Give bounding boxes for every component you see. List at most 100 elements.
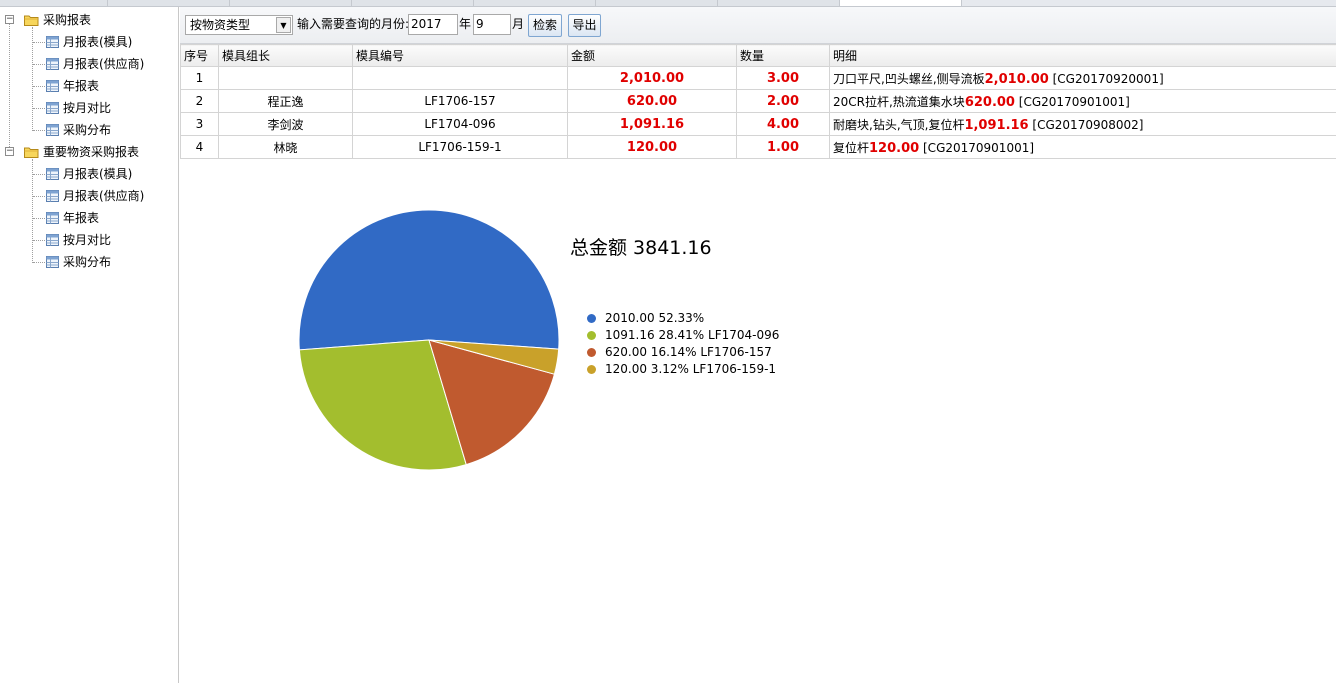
col-header-leader[interactable]: 模具组长 <box>218 44 353 67</box>
cell-leader: 程正逸 <box>218 89 353 113</box>
col-header-no[interactable]: 序号 <box>180 44 219 67</box>
tree-item-monthly-mold[interactable]: 月报表(模具) <box>61 163 132 185</box>
table-doc-icon <box>46 58 59 70</box>
detail-amount: 620.00 <box>964 94 1015 110</box>
table-row[interactable]: 4 林晓 LF1706-159-1 120.00 1.00 复位杆120.00 … <box>180 135 1336 159</box>
table-doc-icon <box>46 124 59 136</box>
tree-connector <box>33 196 45 197</box>
pie-chart <box>298 209 560 471</box>
tab-2[interactable] <box>108 0 230 6</box>
detail-text: 耐磨块,钻头,气顶,复位杆 <box>833 117 965 132</box>
table-doc-icon <box>46 190 59 202</box>
legend-item-4[interactable]: 120.00 3.12% LF1706-159-1 <box>585 361 779 378</box>
table-row[interactable]: 2 程正逸 LF1706-157 620.00 2.00 20CR拉杆,热流道集… <box>180 89 1336 113</box>
tree-connector <box>33 174 45 175</box>
cell-qty: 1.00 <box>736 135 830 159</box>
table-doc-icon <box>46 102 59 114</box>
tree-item-monthly-supplier[interactable]: 月报表(供应商) <box>61 53 144 75</box>
month-unit-label: 月 <box>512 17 525 31</box>
legend-item-1[interactable]: 2010.00 52.33% <box>585 310 779 327</box>
tab-strip <box>0 0 1336 7</box>
table-doc-icon <box>46 212 59 224</box>
tree-item-annual[interactable]: 年报表 <box>61 207 99 229</box>
legend-item-2[interactable]: 1091.16 28.41% LF1704-096 <box>585 327 779 344</box>
tab-8-active[interactable] <box>840 0 962 6</box>
tree-connector <box>33 218 45 219</box>
cell-amount: 120.00 <box>567 135 737 159</box>
tab-7[interactable] <box>718 0 840 6</box>
tree-connector <box>33 262 45 263</box>
folder-icon <box>24 147 39 158</box>
legend-label: 120.00 3.12% LF1706-159-1 <box>605 362 777 376</box>
material-type-select[interactable]: 按物资类型 ▼ <box>185 15 293 35</box>
collapse-toggle-icon[interactable]: − <box>5 15 14 24</box>
tree-item-distribution[interactable]: 采购分布 <box>61 119 111 141</box>
legend-dot-icon <box>587 348 596 357</box>
pie-slice-1[interactable] <box>298 209 560 351</box>
cell-leader: 李剑波 <box>218 112 353 136</box>
search-button[interactable]: 检索 <box>528 14 562 37</box>
legend-dot-icon <box>587 331 596 340</box>
tab-5[interactable] <box>474 0 596 6</box>
folder-icon <box>24 15 39 26</box>
cell-code: LF1706-159-1 <box>352 135 568 159</box>
detail-order-no: [CG20170920001] <box>1048 71 1164 86</box>
tree-item-monthly-supplier[interactable]: 月报表(供应商) <box>61 185 144 207</box>
export-button[interactable]: 导出 <box>568 14 601 37</box>
month-prompt-label: 输入需要查询的月份: <box>297 17 410 31</box>
table-row[interactable]: 3 李剑波 LF1704-096 1,091.16 4.00 耐磨块,钻头,气顶… <box>180 112 1336 136</box>
cell-amount: 1,091.16 <box>567 112 737 136</box>
collapse-toggle-icon[interactable]: − <box>5 147 14 156</box>
year-unit-label: 年 <box>459 17 472 31</box>
legend-item-3[interactable]: 620.00 16.14% LF1706-157 <box>585 344 779 361</box>
cell-no: 4 <box>180 135 219 159</box>
detail-amount: 1,091.16 <box>964 117 1029 133</box>
col-header-code[interactable]: 模具编号 <box>352 44 568 67</box>
detail-order-no: [CG20170901001] <box>1014 94 1130 109</box>
col-header-amount[interactable]: 金额 <box>567 44 737 67</box>
tab-3[interactable] <box>230 0 352 6</box>
legend-dot-icon <box>587 314 596 323</box>
sidebar-tree: − 采购报表 月报表(模具) 月报表(供应商) 年报表 按月对比 采购分布 − … <box>0 7 179 683</box>
tree-item-monthly-mold[interactable]: 月报表(模具) <box>61 31 132 53</box>
col-header-qty[interactable]: 数量 <box>736 44 830 67</box>
detail-amount: 120.00 <box>869 140 920 156</box>
legend-label: 2010.00 52.33% <box>605 311 705 325</box>
year-input[interactable]: 2017 <box>408 14 458 35</box>
cell-detail: 耐磨块,钻头,气顶,复位杆1,091.16 [CG20170908002] <box>829 112 1336 136</box>
tab-1[interactable] <box>0 0 108 6</box>
purchase-table: 序号 模具组长 模具编号 金额 数量 明细 1 2,010.00 3.00 刀口… <box>180 44 1336 159</box>
tree-item-month-compare[interactable]: 按月对比 <box>61 97 111 119</box>
tree-item-distribution[interactable]: 采购分布 <box>61 251 111 273</box>
tree-group-purchase-report[interactable]: 采购报表 <box>41 9 91 31</box>
tree-item-annual[interactable]: 年报表 <box>61 75 99 97</box>
detail-text: 刀口平尺,凹头螺丝,侧导流板 <box>833 71 985 86</box>
cell-leader <box>218 66 353 90</box>
cell-no: 2 <box>180 89 219 113</box>
legend-label: 620.00 16.14% LF1706-157 <box>605 345 772 359</box>
tree-connector <box>33 240 45 241</box>
tab-6[interactable] <box>596 0 718 6</box>
cell-qty: 2.00 <box>736 89 830 113</box>
cell-no: 3 <box>180 112 219 136</box>
col-header-detail[interactable]: 明细 <box>829 44 1336 67</box>
tree-group-key-material-report[interactable]: 重要物资采购报表 <box>41 141 139 163</box>
cell-detail: 20CR拉杆,热流道集水块620.00 [CG20170901001] <box>829 89 1336 113</box>
cell-leader: 林晓 <box>218 135 353 159</box>
chart-legend: 2010.00 52.33% 1091.16 28.41% LF1704-096 6… <box>585 310 779 378</box>
chart-title: 总金额 3841.16 <box>570 237 712 259</box>
table-doc-icon <box>46 168 59 180</box>
tree-connector <box>33 108 45 109</box>
tree-item-month-compare[interactable]: 按月对比 <box>61 229 111 251</box>
detail-text: 复位杆 <box>833 140 870 155</box>
tab-4[interactable] <box>352 0 474 6</box>
table-doc-icon <box>46 80 59 92</box>
table-row[interactable]: 1 2,010.00 3.00 刀口平尺,凹头螺丝,侧导流板2,010.00 [… <box>180 66 1336 90</box>
chevron-down-icon: ▼ <box>276 17 291 33</box>
month-input[interactable]: 9 <box>473 14 511 35</box>
tree-connector <box>33 64 45 65</box>
legend-label: 1091.16 28.41% LF1704-096 <box>605 328 780 342</box>
cell-qty: 3.00 <box>736 66 830 90</box>
cell-qty: 4.00 <box>736 112 830 136</box>
tree-connector <box>33 42 45 43</box>
